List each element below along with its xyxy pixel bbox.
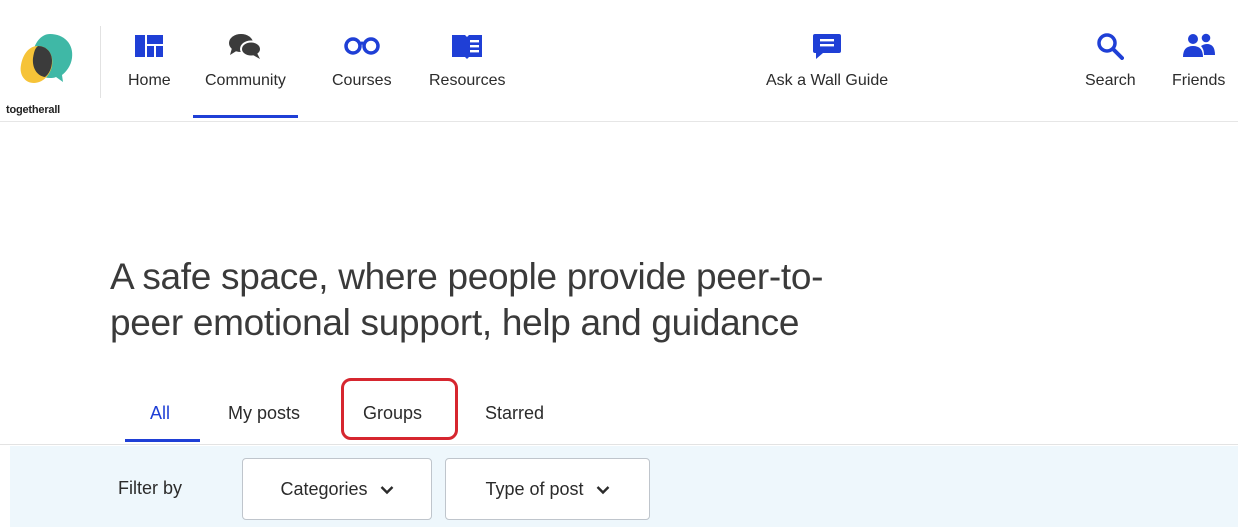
categories-dropdown-label: Categories — [280, 478, 368, 499]
active-tab-indicator — [125, 439, 200, 442]
nav-home-label: Home — [128, 72, 171, 89]
community-tabs: All My posts Groups Starred — [0, 385, 1238, 445]
tab-all[interactable]: All — [150, 403, 170, 424]
dashboard-icon — [134, 32, 164, 60]
nav-community[interactable]: Community — [193, 32, 298, 118]
nav-search-label: Search — [1085, 72, 1136, 89]
nav-ask-wall-guide-label: Ask a Wall Guide — [766, 72, 889, 89]
type-of-post-dropdown[interactable]: Type of post — [445, 458, 650, 520]
categories-dropdown[interactable]: Categories — [242, 458, 432, 520]
friends-icon — [1182, 32, 1216, 60]
book-icon — [450, 32, 484, 60]
top-navigation-bar: togetherall Home Community Courses Resou… — [0, 0, 1238, 122]
nav-home[interactable]: Home — [128, 32, 171, 118]
tab-groups[interactable]: Groups — [363, 403, 422, 424]
page-title: A safe space, where people provide peer-… — [110, 254, 1010, 346]
filter-by-label: Filter by — [118, 478, 183, 498]
nav-courses[interactable]: Courses — [332, 32, 392, 118]
tab-my-posts[interactable]: My posts — [228, 403, 300, 424]
nav-community-label: Community — [205, 72, 286, 89]
nav-resources-label: Resources — [429, 72, 506, 89]
togetherall-logo[interactable]: togetherall — [6, 24, 96, 116]
tab-starred[interactable]: Starred — [485, 403, 544, 424]
nav-resources[interactable]: Resources — [429, 32, 505, 118]
togetherall-logo-mark-icon — [20, 34, 73, 83]
nav-friends[interactable]: Friends — [1172, 32, 1225, 118]
chevron-down-icon — [380, 479, 394, 500]
nav-ask-wall-guide[interactable]: Ask a Wall Guide — [766, 32, 888, 118]
search-icon — [1096, 32, 1125, 60]
chat-bubbles-icon — [228, 32, 263, 60]
glasses-icon — [344, 32, 380, 60]
chevron-down-icon — [596, 479, 610, 500]
page-title-line-1: A safe space, where people provide peer-… — [110, 256, 824, 297]
page-title-line-2: peer emotional support, help and guidanc… — [110, 302, 800, 343]
nav-courses-label: Courses — [332, 72, 392, 89]
filter-bar: Filter by Categories Type of post — [10, 446, 1238, 527]
logo-wordmark: togetherall — [6, 104, 61, 116]
nav-search[interactable]: Search — [1085, 32, 1136, 118]
message-icon — [812, 32, 842, 60]
type-of-post-dropdown-label: Type of post — [485, 478, 584, 499]
nav-friends-label: Friends — [1172, 72, 1226, 89]
logo-divider — [100, 26, 101, 98]
